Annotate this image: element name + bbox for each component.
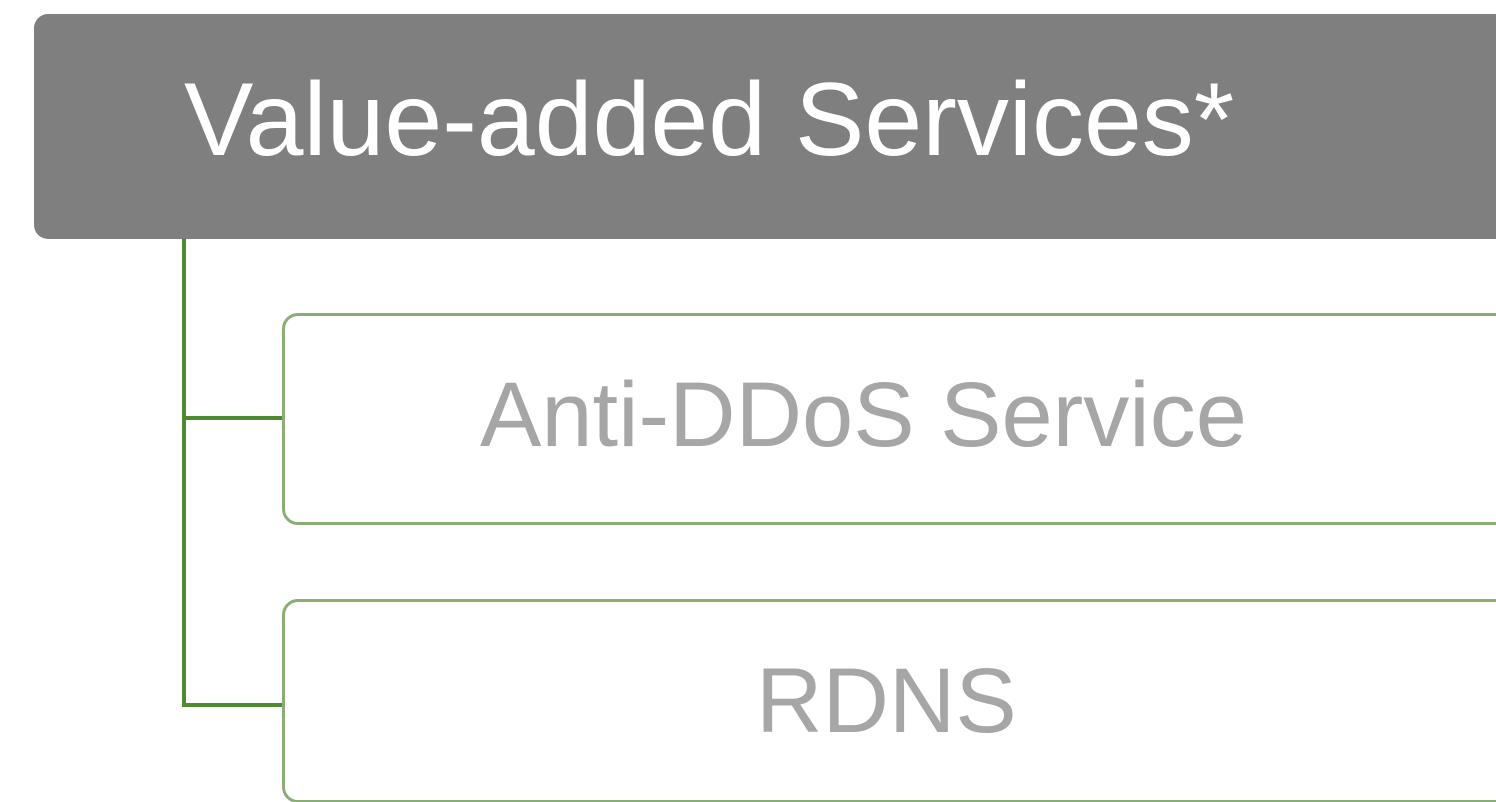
diagram-canvas: Value-added Services* Anti-DDoS Service … (0, 0, 1496, 802)
child-label-rdns: RDNS (756, 650, 1017, 752)
tree-connector-branch-1 (182, 416, 284, 420)
child-label-anti-ddos: Anti-DDoS Service (480, 364, 1247, 466)
tree-connector-vertical (182, 239, 186, 707)
header-title: Value-added Services* (184, 62, 1235, 178)
tree-connector-branch-2 (182, 703, 284, 707)
